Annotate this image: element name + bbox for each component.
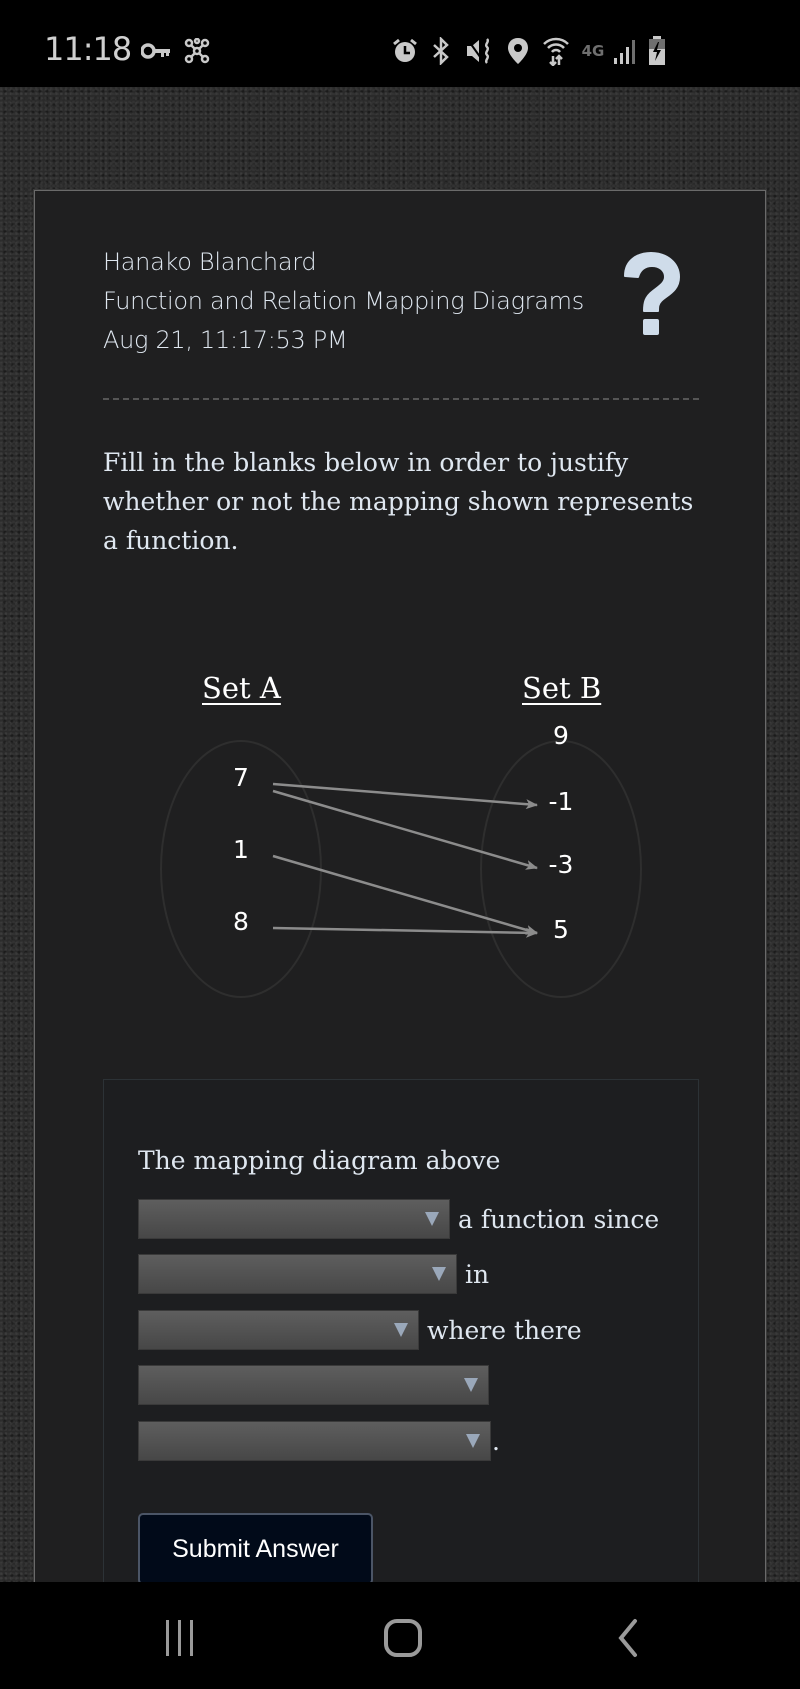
header: Hanako Blanchard Function and Relation M…: [103, 243, 584, 360]
answer-row-1: a function since: [138, 1199, 659, 1239]
alarm-icon: [390, 36, 420, 66]
dropdown-arrow-icon: [425, 1212, 439, 1226]
wifi-data-icon: [540, 36, 572, 66]
answer-row-5: .: [138, 1421, 500, 1461]
student-name: Hanako Blanchard: [103, 248, 317, 276]
timestamp: Aug 21, 11:17:53 PM: [103, 326, 348, 354]
dropdown-arrow-icon: [464, 1378, 478, 1392]
set-b-element: -3: [548, 850, 574, 879]
hotspot-icon: [182, 36, 212, 66]
signal-icon: [612, 36, 638, 66]
back-icon[interactable]: [603, 1616, 653, 1660]
vpn-key-icon: [140, 36, 172, 66]
set-b-element: 9: [553, 721, 569, 750]
set-b-element: 5: [553, 915, 569, 944]
battery-charging-icon: [646, 36, 668, 66]
dropdown-2[interactable]: [138, 1254, 457, 1294]
set-b-element: -1: [548, 787, 574, 816]
answer-lead-text: The mapping diagram above: [138, 1146, 501, 1175]
dropdown-arrow-icon: [466, 1434, 480, 1448]
answer-row-4: [138, 1365, 497, 1405]
status-time: 11:18: [44, 30, 132, 68]
dropdown-3[interactable]: [138, 1310, 419, 1350]
answer-panel: The mapping diagram above a function sin…: [103, 1079, 699, 1618]
dropdown-5[interactable]: [138, 1421, 491, 1461]
mapping-arrow: [272, 926, 538, 938]
mapping-svg: [160, 740, 642, 998]
submit-answer-button[interactable]: Submit Answer: [138, 1513, 373, 1585]
home-icon[interactable]: [378, 1616, 428, 1660]
row-2-text: in: [465, 1259, 490, 1289]
bluetooth-icon: [428, 36, 454, 66]
dropdown-arrow-icon: [432, 1267, 446, 1281]
instructions: Fill in the blanks below in order to jus…: [103, 448, 694, 555]
vibrate-mute-icon: [464, 36, 496, 66]
answer-row-3: where there: [138, 1310, 582, 1350]
row-3-text: where there: [427, 1315, 582, 1345]
header-divider: [103, 398, 699, 400]
recent-apps-icon[interactable]: [155, 1616, 205, 1660]
dropdown-1[interactable]: [138, 1199, 450, 1239]
dropdown-arrow-icon: [394, 1323, 408, 1337]
status-bar: 11:18 4G: [0, 0, 800, 87]
navigation-bar: [0, 1582, 800, 1689]
mapping-diagram: Set A Set B 718 9 -1 -3 5: [35, 671, 765, 1131]
location-icon: [506, 36, 530, 66]
question-card: Hanako Blanchard Function and Relation M…: [34, 190, 766, 1652]
question-mark-icon[interactable]: [615, 251, 687, 341]
set-a-element: 8: [233, 907, 249, 936]
row-1-text: a function since: [458, 1204, 660, 1234]
set-a-element: 1: [233, 835, 249, 864]
4g-lte-icon: 4G: [581, 42, 605, 60]
set-a-element: 7: [233, 763, 249, 792]
assignment-title: Function and Relation Mapping Diagrams: [103, 287, 584, 315]
page-background: Hanako Blanchard Function and Relation M…: [0, 87, 800, 1652]
answer-row-2: in: [138, 1254, 489, 1294]
dropdown-4[interactable]: [138, 1365, 489, 1405]
mapping-arrow: [272, 854, 538, 935]
row-5-text: .: [492, 1426, 500, 1456]
